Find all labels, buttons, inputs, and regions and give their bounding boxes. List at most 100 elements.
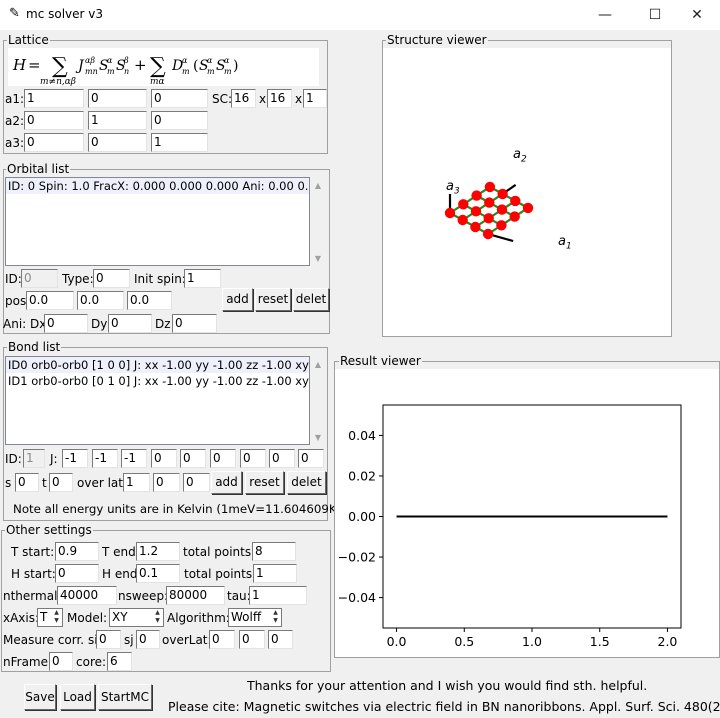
sc-x-input[interactable]: 16 <box>231 89 256 108</box>
model-spinbox[interactable]: XY ▲ ▼ <box>109 608 164 627</box>
bond-overlat-y-input[interactable]: 0 <box>153 473 180 492</box>
scroll-up-icon[interactable]: ▲ <box>310 181 326 190</box>
algorithm-spinbox[interactable]: Wolff ▲ ▼ <box>228 608 282 627</box>
t-end-input[interactable]: 1.2 <box>136 542 180 561</box>
bond-overlat-label: over lat. <box>77 476 127 490</box>
h-end-input[interactable]: 0.1 <box>136 564 180 583</box>
list-item[interactable]: ID: 0 Spin: 1.0 FracX: 0.000 0.000 0.000… <box>6 178 309 194</box>
x-tick-label: 0.5 <box>454 634 474 649</box>
a1-x-input[interactable]: 1 <box>24 89 84 108</box>
nsweep-input[interactable]: 80000 <box>166 586 225 605</box>
structure-canvas[interactable]: a2 a3 a1 <box>383 48 671 336</box>
j-input-7[interactable]: 0 <box>240 449 266 468</box>
pos-x-input[interactable]: 0.0 <box>26 291 74 310</box>
a1-y-input[interactable]: 0 <box>88 89 147 108</box>
orbital-listbox[interactable]: ID: 0 Spin: 1.0 FracX: 0.000 0.000 0.000… <box>5 177 310 266</box>
y-tick-label: −0.02 <box>338 550 376 565</box>
a2-x-input[interactable]: 0 <box>24 111 84 130</box>
a3-axis-label: a3 <box>446 179 460 197</box>
bond-add-button[interactable]: add <box>211 471 242 494</box>
list-item[interactable]: ID0 orb0-orb0 [1 0 0] J: xx -1.00 yy -1.… <box>6 357 309 373</box>
a2-y-input[interactable]: 1 <box>88 111 147 130</box>
model-label: Model: <box>67 611 108 625</box>
scroll-down-icon[interactable]: ▼ <box>310 433 326 442</box>
j-input-3[interactable]: -1 <box>121 449 147 468</box>
a2-z-input[interactable]: 0 <box>151 111 208 130</box>
bond-listbox[interactable]: ID0 orb0-orb0 [1 0 0] J: xx -1.00 yy -1.… <box>5 356 310 445</box>
save-button[interactable]: Save <box>24 684 56 710</box>
bond-scrollbar[interactable]: ▲ ▼ <box>310 356 327 445</box>
bond-delete-button[interactable]: delet <box>287 471 326 494</box>
nthermal-input[interactable]: 40000 <box>57 586 117 605</box>
ani-dz-input[interactable]: 0 <box>172 314 217 333</box>
list-item[interactable]: ID1 orb0-orb0 [0 1 0] J: xx -1.00 yy -1.… <box>6 373 309 389</box>
start-mc-button[interactable]: StartMC <box>98 684 152 710</box>
corr-si-input[interactable]: 0 <box>96 630 121 649</box>
sc-times-label: x <box>259 92 267 106</box>
h-start-input[interactable]: 0 <box>55 564 99 583</box>
lattice-site <box>510 195 521 207</box>
spin-arrows-icon[interactable]: ▲ ▼ <box>152 609 163 626</box>
pos-z-input[interactable]: 0.0 <box>127 291 172 310</box>
nframe-label: nFrame: <box>3 655 53 669</box>
svg-text:mn: mn <box>85 67 98 76</box>
load-button[interactable]: Load <box>60 684 95 710</box>
xaxis-spinbox[interactable]: T ▲ ▼ <box>37 608 63 627</box>
corr-sj-input[interactable]: 0 <box>136 630 160 649</box>
sc-y-input[interactable]: 16 <box>267 89 292 108</box>
spin-arrows-icon[interactable]: ▲ ▼ <box>270 609 281 626</box>
bond-id-input: 1 <box>23 449 45 468</box>
orbital-scrollbar[interactable]: ▲ ▼ <box>310 177 327 266</box>
orbital-add-button[interactable]: add <box>222 288 253 311</box>
measure-corr-label: Measure corr. si <box>3 633 98 647</box>
ani-dy-input[interactable]: 0 <box>108 314 152 333</box>
ani-dx-input[interactable]: 0 <box>44 314 88 333</box>
j-input-2[interactable]: -1 <box>92 449 118 468</box>
j-input-6[interactable]: 0 <box>210 449 236 468</box>
orbital-delete-button[interactable]: delet <box>293 288 329 311</box>
t-total-points-input[interactable]: 8 <box>252 542 296 561</box>
minimize-button[interactable]: — <box>582 0 628 30</box>
scroll-down-icon[interactable]: ▼ <box>310 254 326 263</box>
a3-x-input[interactable]: 0 <box>24 133 84 152</box>
y-tick-label: 0.04 <box>348 428 376 443</box>
maximize-button[interactable]: ☐ <box>632 0 678 30</box>
t-end-label: T end <box>102 545 136 559</box>
corr-overlat-x-input[interactable]: 0 <box>209 630 235 649</box>
sc-times-label-2: x <box>295 92 303 106</box>
orbital-type-input[interactable]: 0 <box>93 269 130 288</box>
corr-overlat-z-input[interactable]: 0 <box>268 630 293 649</box>
pos-y-input[interactable]: 0.0 <box>77 291 124 310</box>
orbital-reset-button[interactable]: reset <box>255 288 291 311</box>
h-total-points-input[interactable]: 1 <box>253 564 297 583</box>
result-canvas[interactable]: 0.0 0.5 1.0 1.5 2.0 0.04 0.02 0.00 −0.02 −0.04 <box>335 369 719 657</box>
t-start-input[interactable]: 0.9 <box>55 542 99 561</box>
spin-arrows-icon[interactable]: ▲ ▼ <box>51 609 62 626</box>
a3-z-input[interactable]: 1 <box>151 133 208 152</box>
j-input-8[interactable]: 0 <box>269 449 295 468</box>
bond-s-input[interactable]: 0 <box>15 473 39 492</box>
init-spin-input[interactable]: 1 <box>184 269 221 288</box>
a3-y-input[interactable]: 0 <box>88 133 147 152</box>
close-button[interactable]: ✕ <box>674 0 720 30</box>
bond-reset-button[interactable]: reset <box>245 471 284 494</box>
j-input-4[interactable]: 0 <box>151 449 177 468</box>
j-input-1[interactable]: -1 <box>62 449 88 468</box>
a1-z-input[interactable]: 0 <box>151 89 208 108</box>
scroll-up-icon[interactable]: ▲ <box>310 360 326 369</box>
j-input-5[interactable]: 0 <box>180 449 206 468</box>
lattice-label: Lattice <box>7 33 50 47</box>
a3-label: a3: <box>5 136 25 150</box>
nframe-input[interactable]: 0 <box>49 652 73 671</box>
bond-t-input[interactable]: 0 <box>49 473 73 492</box>
algorithm-value: Wolff <box>231 610 262 624</box>
bond-overlat-z-input[interactable]: 0 <box>183 473 210 492</box>
corr-overlat-y-input[interactable]: 0 <box>239 630 265 649</box>
tau-input[interactable]: 1 <box>249 586 307 605</box>
x-tick-label: 0.0 <box>387 634 407 649</box>
sc-z-input[interactable]: 1 <box>303 89 327 108</box>
core-input[interactable]: 6 <box>107 652 132 671</box>
j-input-9[interactable]: 0 <box>298 449 324 468</box>
lattice-site <box>484 197 495 208</box>
bond-overlat-x-input[interactable]: 1 <box>123 473 150 492</box>
